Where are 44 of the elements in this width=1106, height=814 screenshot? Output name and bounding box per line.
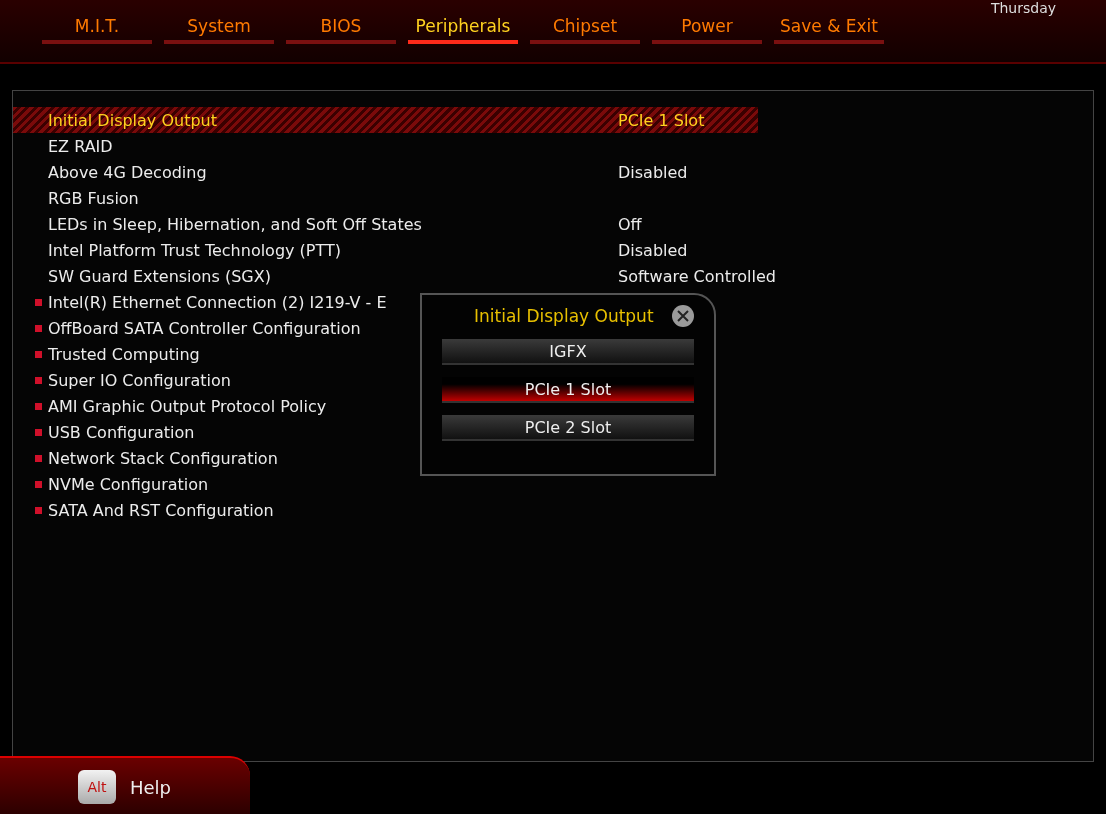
setting-label[interactable]: OffBoard SATA Controller Configuration [48, 318, 361, 338]
submenu-bullet-icon [35, 506, 42, 514]
setting-label[interactable]: USB Configuration [48, 422, 195, 442]
option-button[interactable]: PCIe 2 Slot [442, 415, 694, 441]
option-button[interactable]: IGFX [442, 339, 694, 365]
setting-label[interactable]: Network Stack Configuration [48, 448, 278, 468]
submenu-bullet-icon [35, 402, 42, 410]
setting-label[interactable]: NVMe Configuration [48, 474, 209, 494]
menu-tab[interactable]: M.I.T. [42, 16, 152, 44]
setting-label[interactable]: EZ RAID [48, 136, 113, 156]
menu-tab[interactable]: Power [652, 16, 762, 44]
menu-tab[interactable]: Peripherals [408, 16, 518, 44]
setting-label[interactable]: Super IO Configuration [48, 370, 231, 390]
submenu-bullet-icon [35, 454, 42, 462]
setting-value: Disabled [618, 162, 688, 182]
submenu-bullet-icon [35, 298, 42, 306]
submenu-bullet-icon [35, 350, 42, 358]
setting-label[interactable]: LEDs in Sleep, Hibernation, and Soft Off States [48, 214, 422, 234]
setting-label[interactable]: SW Guard Extensions (SGX) [48, 266, 271, 286]
menu-tab[interactable]: Save & Exit [774, 16, 884, 44]
setting-value: Disabled [618, 240, 688, 260]
dialog-title: Initial Display Output [474, 306, 654, 326]
submenu-bullet-icon [35, 324, 42, 332]
setting-label[interactable]: Initial Display Output [48, 110, 217, 130]
setting-label[interactable]: Above 4G Decoding [48, 162, 207, 182]
submenu-bullet-icon [35, 480, 42, 488]
setting-label[interactable]: Intel Platform Trust Technology (PTT) [48, 240, 341, 260]
setting-label[interactable]: Intel(R) Ethernet Connection (2) I219-V - E [48, 292, 387, 312]
alt-key[interactable]: Alt [78, 770, 116, 804]
menu-tab[interactable]: BIOS [286, 16, 396, 44]
submenu-bullet-icon [35, 428, 42, 436]
setting-value: PCIe 1 Slot [618, 110, 705, 130]
setting-label[interactable]: AMI Graphic Output Protocol Policy [48, 396, 327, 416]
setting-value: Off [618, 214, 642, 234]
menu-tab[interactable]: System [164, 16, 274, 44]
setting-value: Software Controlled [618, 266, 776, 286]
setting-label[interactable]: SATA And RST Configuration [48, 500, 274, 520]
setting-label[interactable]: RGB Fusion [48, 188, 139, 208]
day-label: Thursday [990, 0, 1056, 16]
submenu-bullet-icon [35, 376, 42, 384]
menu-tab[interactable]: Chipset [530, 16, 640, 44]
setting-label[interactable]: Trusted Computing [48, 344, 200, 364]
close-icon[interactable] [672, 305, 694, 327]
help-label[interactable]: Help [130, 776, 172, 798]
